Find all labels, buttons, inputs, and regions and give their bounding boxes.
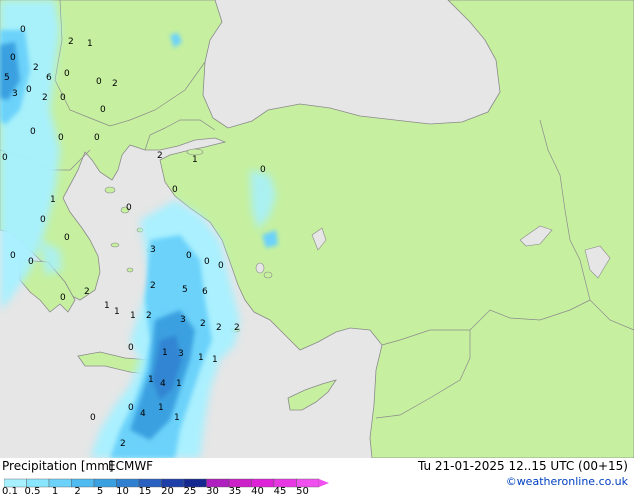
- legend-title: Precipitation [mm]: [2, 459, 114, 473]
- precip-label: 0: [172, 185, 178, 195]
- precip-label: 0: [90, 413, 96, 423]
- map-canvas: 02 10526 003 20 2000 00 0 2 1000100302100205 603…: [0, 0, 634, 458]
- precip-label: 3: [180, 315, 186, 325]
- precip-label: 6: [202, 287, 208, 297]
- legend-tick-label: 0.5: [24, 486, 41, 497]
- legend-tick-label: 50: [296, 486, 309, 497]
- credit-link[interactable]: ©weatheronline.co.uk: [506, 475, 628, 488]
- legend-tick-label: 25: [183, 486, 197, 497]
- precip-label: 1: [50, 195, 56, 205]
- legend-tick-label: 1: [51, 486, 59, 497]
- valid-time: Tu 21-01-2025 12..15 UTC (00+15): [417, 459, 628, 473]
- precip-label: 0: [94, 133, 100, 143]
- legend-tick-label: 10: [116, 486, 129, 497]
- legend-tick-label: 40: [251, 486, 264, 497]
- precip-label: 2: [157, 151, 163, 161]
- precip-label: 1: [104, 301, 110, 311]
- precip-label: 0: [10, 53, 16, 63]
- legend-tick-label: 35: [228, 486, 242, 497]
- precip-label: 0: [10, 251, 16, 261]
- precip-label: 1: [130, 311, 136, 321]
- legend-tick-label: 0.1: [2, 486, 18, 497]
- legend-tick-label: 20: [161, 486, 174, 497]
- precip-label: 2: [234, 323, 240, 333]
- precip-label: 2: [112, 79, 118, 89]
- precip-label: 2: [150, 281, 156, 291]
- precip-label: 0: [186, 251, 192, 261]
- precip-label: 1: [212, 355, 218, 365]
- precip-label: 1: [158, 403, 164, 413]
- precip-label: 0: [26, 85, 32, 95]
- precip-label: 2: [68, 37, 74, 47]
- precip-label: 0: [40, 215, 46, 225]
- precip-label: 3: [150, 245, 156, 255]
- precip-label: 0: [128, 343, 134, 353]
- precip-label: 0: [20, 25, 26, 35]
- precip-label: 0: [218, 261, 224, 271]
- precip-label: 2: [120, 439, 126, 449]
- precip-label: 0: [64, 69, 70, 79]
- precip-label: 3: [12, 89, 18, 99]
- legend-model: ECMWF: [108, 459, 154, 473]
- precip-label: 0: [28, 257, 34, 267]
- precip-label: 0: [58, 133, 64, 143]
- precip-label: 5: [182, 285, 188, 295]
- precip-label: 2: [84, 287, 90, 297]
- precip-label: 1: [114, 307, 120, 317]
- precip-label: 0: [100, 105, 106, 115]
- legend-tick-label: 45: [273, 486, 287, 497]
- precip-label: 1: [192, 155, 198, 165]
- precip-label: 4: [140, 409, 146, 419]
- color-legend: 0.1 0.5 1 2 5 10 15 20 25 30 35 40 45 50: [2, 474, 334, 497]
- precip-label: 0: [126, 203, 132, 213]
- precip-label: 0: [64, 233, 70, 243]
- legend-overflow-arrow: [319, 479, 329, 487]
- precip-label: 2: [146, 311, 152, 321]
- precip-label: 3: [178, 349, 184, 359]
- precip-label: 0: [96, 77, 102, 87]
- precip-label: 0: [260, 165, 266, 175]
- precip-label: 5: [4, 73, 10, 83]
- precip-label: 1: [174, 413, 180, 423]
- precip-label: 1: [176, 379, 182, 389]
- legend-tick-label: 2: [74, 486, 81, 497]
- precip-label: 2: [33, 63, 39, 73]
- precip-label: 0: [128, 403, 134, 413]
- precip-label: 0: [2, 153, 8, 163]
- precip-label: 2: [42, 93, 48, 103]
- precip-label: 0: [60, 93, 66, 103]
- precip-label: 6: [46, 73, 52, 83]
- legend-tick-label: 5: [96, 486, 104, 497]
- footer-bar: Precipitation [mm] ECMWF Tu 21-01-2025 1…: [0, 458, 634, 497]
- precipitation-map: 021052600320200000 021000100302100205603…: [0, 0, 634, 458]
- precip-label: 0: [60, 293, 66, 303]
- precip-label: 0: [204, 257, 210, 267]
- precip-label: 1: [162, 348, 168, 358]
- precip-label: 1: [87, 39, 93, 49]
- precip-label: 2: [200, 319, 206, 329]
- precip-label: 2: [216, 323, 222, 333]
- precip-label: 1: [198, 353, 204, 363]
- precip-label: 1: [148, 375, 154, 385]
- precip-label: 4: [160, 379, 166, 389]
- precip-label: 0: [30, 127, 36, 137]
- legend-tick-label: 30: [206, 486, 219, 497]
- legend-tick-label: 15: [138, 486, 152, 497]
